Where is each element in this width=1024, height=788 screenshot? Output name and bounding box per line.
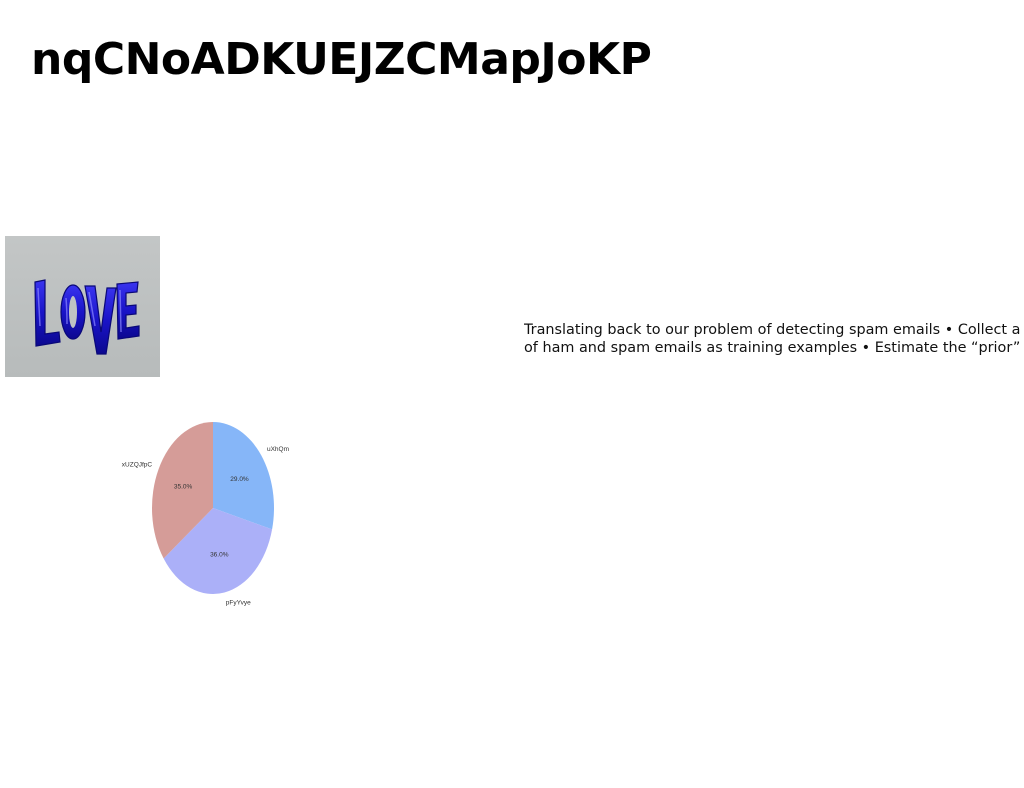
pie-slice-category-label: uXhQm (267, 446, 289, 453)
body-text: Translating back to our problem of detec… (524, 321, 1024, 357)
love-balloon-letters-icon (34, 279, 140, 355)
love-balloon-image (5, 236, 160, 377)
pie-slice-pct-label: 29.0% (230, 476, 249, 483)
pie-chart: 29.0% uXhQm 36.0% pFyYvye 35.0% xUZQJfpC (122, 422, 289, 607)
pie-slice-category-label: pFyYvye (226, 600, 251, 607)
page-title: nqCNoADKUEJZCMapJoKP (31, 34, 652, 85)
pie-slice-pct-label: 35.0% (174, 484, 193, 491)
body-text-line: of ham and spam emails as training examp… (524, 340, 1021, 356)
pie-slice-category-label: xUZQJfpC (122, 461, 153, 468)
body-text-line: Translating back to our problem of detec… (524, 322, 1021, 338)
pie-slice-pct-label: 36.0% (210, 551, 229, 558)
